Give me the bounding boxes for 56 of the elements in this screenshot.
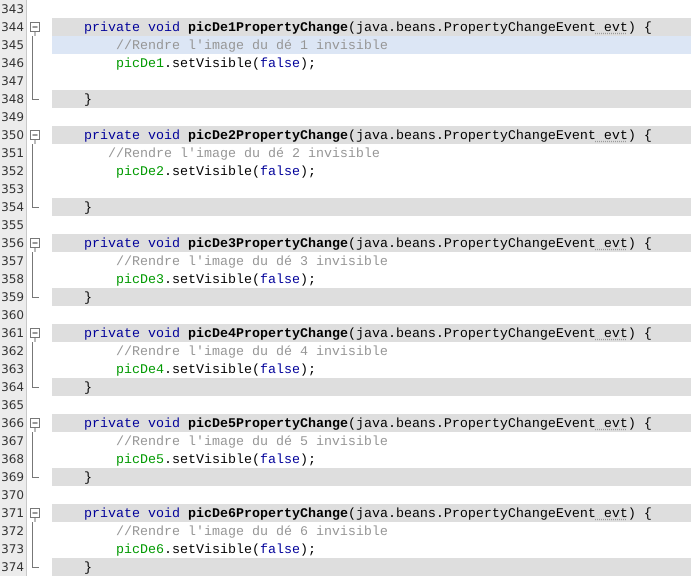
code-line: picDe5.setVisible(false); (114, 452, 316, 470)
line-number: 374 (0, 558, 27, 576)
code-line: //Rendre l'image du dé 4 invisible (114, 344, 388, 362)
line-number: 372 (0, 522, 27, 540)
line-number: 356 (0, 234, 27, 252)
line-number: 359 (0, 288, 27, 306)
code-line: private void picDe4PropertyChange(java.beans.PropertyChangeEvent evt) { (82, 326, 652, 344)
line-number: 347 (0, 72, 27, 90)
line-number: 373 (0, 540, 27, 558)
code-line: private void picDe6PropertyChange(java.beans.PropertyChangeEvent evt) { (82, 506, 652, 524)
code-line: } (82, 380, 92, 398)
code-line: private void picDe3PropertyChange(java.beans.PropertyChangeEvent evt) { (82, 236, 652, 254)
code-line: //Rendre l'image du dé 6 invisible (114, 524, 388, 542)
code-line: picDe6.setVisible(false); (114, 542, 316, 560)
code-line: } (82, 560, 92, 576)
line-number: 354 (0, 198, 27, 216)
line-number: 361 (0, 324, 27, 342)
line-number: 355 (0, 216, 27, 234)
line-number: 365 (0, 396, 27, 414)
code-line: private void picDe1PropertyChange(java.beans.PropertyChangeEvent evt) { (82, 20, 652, 38)
line-number: 349 (0, 108, 27, 126)
line-number: 353 (0, 180, 27, 198)
code-line: picDe2.setVisible(false); (114, 164, 316, 182)
code-line: picDe4.setVisible(false); (114, 362, 316, 380)
code-line: //Rendre l'image du dé 2 invisible (106, 146, 380, 164)
code-line: picDe3.setVisible(false); (114, 272, 316, 290)
code-line: picDe1.setVisible(false); (114, 56, 316, 74)
code-line: } (82, 470, 92, 488)
line-number: 348 (0, 90, 27, 108)
line-number: 350 (0, 126, 27, 144)
line-number: 370 (0, 486, 27, 504)
line-number: 351 (0, 144, 27, 162)
line-number: 369 (0, 468, 27, 486)
line-number: 346 (0, 54, 27, 72)
code-line: } (82, 92, 92, 110)
code-line: } (82, 200, 92, 218)
line-number: 358 (0, 270, 27, 288)
line-number: 343 (0, 0, 27, 18)
line-number: 360 (0, 306, 27, 324)
line-number: 344 (0, 18, 27, 36)
line-number: 345 (0, 36, 27, 54)
line-number: 352 (0, 162, 27, 180)
line-number: 364 (0, 378, 27, 396)
code-line: //Rendre l'image du dé 5 invisible (114, 434, 388, 452)
line-number: 368 (0, 450, 27, 468)
line-number: 366 (0, 414, 27, 432)
line-number: 357 (0, 252, 27, 270)
line-number: 362 (0, 342, 27, 360)
code-line: } (82, 290, 92, 308)
code-line: //Rendre l'image du dé 3 invisible (114, 254, 388, 272)
code-line: private void picDe2PropertyChange(java.beans.PropertyChangeEvent evt) { (82, 128, 652, 146)
line-number: 371 (0, 504, 27, 522)
line-number: 367 (0, 432, 27, 450)
line-number: 363 (0, 360, 27, 378)
code-line: //Rendre l'image du dé 1 invisible (114, 38, 388, 56)
code-line: private void picDe5PropertyChange(java.beans.PropertyChangeEvent evt) { (82, 416, 652, 434)
